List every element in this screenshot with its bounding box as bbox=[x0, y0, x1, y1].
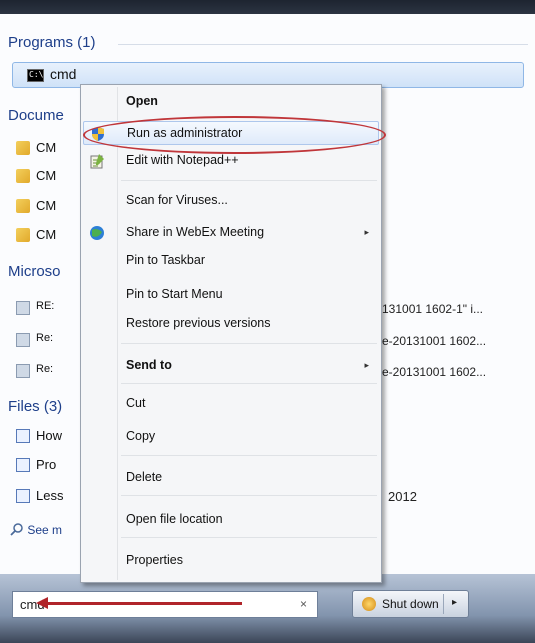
shutdown-icon bbox=[362, 597, 376, 611]
top-edge bbox=[0, 0, 535, 14]
group-heading-files: Files (3) bbox=[8, 398, 63, 415]
document-icon bbox=[16, 458, 30, 472]
see-more-results-link[interactable]: See m bbox=[10, 522, 62, 537]
document-icon bbox=[16, 489, 30, 503]
menu-item-pin-to-taskbar[interactable]: Pin to Taskbar bbox=[83, 249, 379, 273]
menu-item-pin-to-start-menu[interactable]: Pin to Start Menu bbox=[83, 283, 379, 307]
group-divider bbox=[118, 44, 528, 45]
group-heading-programs: Programs (1) bbox=[8, 34, 528, 51]
menu-item-cut[interactable]: Cut bbox=[83, 392, 379, 416]
menu-item-copy[interactable]: Copy bbox=[83, 425, 379, 449]
folder-icon bbox=[16, 141, 30, 155]
mail-icon bbox=[16, 301, 30, 315]
menu-item-scan-for-viruses[interactable]: Scan for Viruses... bbox=[83, 189, 379, 213]
menu-separator bbox=[121, 343, 377, 344]
group-heading-documents: Docume bbox=[8, 107, 64, 124]
search-icon bbox=[10, 523, 23, 536]
mail-item-detail: 131001 1602-1" i... bbox=[382, 302, 484, 316]
folder-icon bbox=[16, 169, 30, 183]
menu-item-send-to[interactable]: Send to ▸ bbox=[83, 354, 379, 378]
menu-item-properties[interactable]: Properties bbox=[83, 549, 379, 573]
shutdown-divider bbox=[443, 594, 444, 614]
document-icon bbox=[16, 429, 30, 443]
folder-icon bbox=[16, 228, 30, 242]
menu-item-open-file-location[interactable]: Open file location bbox=[83, 508, 379, 532]
cmd-icon: C:\ bbox=[27, 69, 44, 82]
menu-item-restore-previous-versions[interactable]: Restore previous versions bbox=[83, 312, 379, 336]
menu-item-share-in-webex[interactable]: Share in WebEx Meeting ▸ bbox=[83, 221, 379, 245]
menu-separator bbox=[121, 495, 377, 496]
menu-separator bbox=[121, 383, 377, 384]
menu-item-delete[interactable]: Delete bbox=[83, 466, 379, 490]
menu-separator bbox=[121, 180, 377, 181]
mail-item-detail: e-20131001 1602... bbox=[382, 334, 487, 348]
context-menu: Open Run as administrator Edit with Note… bbox=[80, 84, 382, 583]
notepad-icon bbox=[90, 154, 104, 169]
shutdown-button[interactable]: Shut down ▸ bbox=[352, 590, 469, 618]
folder-icon bbox=[16, 199, 30, 213]
shutdown-options-arrow[interactable]: ▸ bbox=[452, 597, 457, 608]
group-heading-microsoft: Microso bbox=[8, 263, 61, 280]
annotation-arrow-head bbox=[36, 597, 48, 609]
menu-separator bbox=[121, 537, 377, 538]
annotation-highlight-ellipse bbox=[83, 116, 386, 154]
webex-icon bbox=[90, 226, 104, 240]
file-item-detail: 2012 bbox=[388, 489, 417, 504]
clear-search-button[interactable]: × bbox=[300, 597, 307, 611]
mail-icon bbox=[16, 364, 30, 378]
mail-icon bbox=[16, 333, 30, 347]
annotation-arrow-line bbox=[42, 602, 242, 605]
mail-item-detail: e-20131001 1602... bbox=[382, 365, 487, 379]
menu-separator bbox=[121, 455, 377, 456]
menu-item-open[interactable]: Open bbox=[83, 90, 379, 114]
